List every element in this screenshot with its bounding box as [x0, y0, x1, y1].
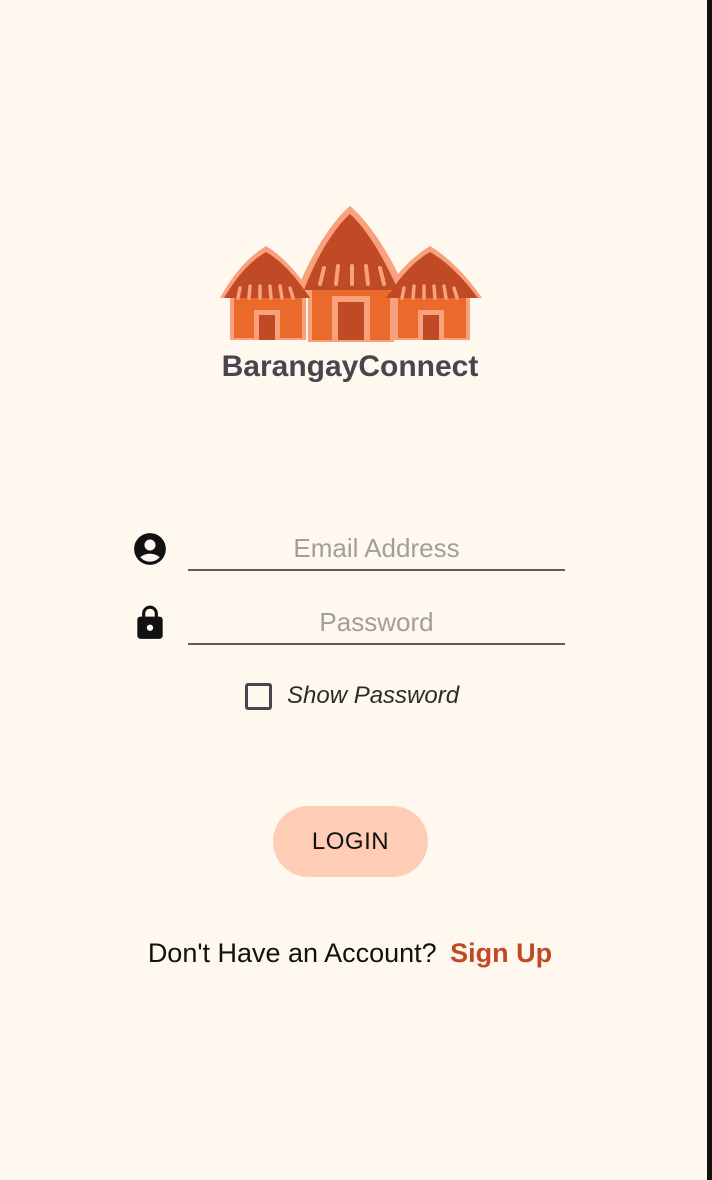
- login-button[interactable]: LOGIN: [273, 806, 428, 877]
- app-title: BarangayConnect: [221, 350, 479, 383]
- password-field-row: [128, 601, 568, 649]
- show-password-checkbox[interactable]: [245, 682, 272, 710]
- app-logo: [216, 200, 486, 345]
- show-password-label: Show Password: [287, 682, 460, 709]
- email-input[interactable]: [188, 527, 565, 571]
- email-field-row: [128, 527, 568, 575]
- account-circle-icon: [131, 530, 169, 568]
- signup-link[interactable]: Sign Up: [450, 938, 552, 968]
- signup-prompt-text: Don't Have an Account?: [147, 938, 437, 968]
- password-input[interactable]: [188, 601, 565, 645]
- show-password-toggle[interactable]: Show Password: [245, 678, 459, 714]
- window-edge: [707, 0, 712, 1180]
- lock-icon: [131, 604, 169, 642]
- nipa-huts-logo-icon: [220, 206, 482, 342]
- signup-prompt-row: Don't Have an Account? Sign Up: [0, 938, 700, 969]
